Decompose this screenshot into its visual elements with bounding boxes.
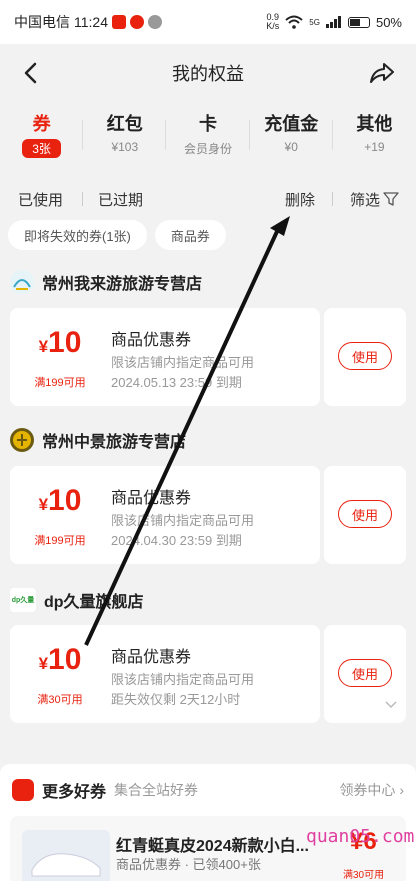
coupon-bag-icon [12,779,34,801]
coupon-amount: ¥10 [10,484,110,518]
filter-divider [332,192,333,206]
tab-label: 其他 [356,114,393,134]
product-title: 红青蜓真皮2024新款小白... [116,838,309,855]
coupon-card: ¥10 满30可用 商品优惠券 限该店铺内指定商品可用 距失效仅剩 2天12小时… [10,625,406,723]
tab-recharge[interactable]: 充值金 ¥0 [250,110,333,166]
filter-button[interactable]: 筛选 [350,189,399,210]
signal-icon [325,16,341,28]
carrier-label: 中国电信 [14,14,70,30]
coupon-expiry: 距失效仅剩 2天12小时 [111,692,241,707]
wifi-icon [285,15,303,29]
notification-icon [130,15,144,29]
battery-icon [347,16,370,28]
tab-count: 3张 [22,139,61,158]
store-header[interactable]: 常州中景旅游专营店 [10,428,186,452]
tab-coupons[interactable]: 券 3张 [0,110,84,166]
expired-filter[interactable]: 已过期 [98,189,143,210]
tab-label: 券 [32,114,51,134]
chip-expiring[interactable]: 即将失效的券(1张) [8,220,147,250]
use-button[interactable]: 使用 [338,342,392,370]
use-button[interactable]: 使用 [338,500,392,528]
tab-label: 充值金 [264,114,319,134]
coupon-amount: ¥10 [10,326,110,360]
coupon-expiry: 2024.04.30 23:59 到期 [111,533,242,548]
clock: 11:24 [74,14,108,30]
coupon-condition: 满30可用 [37,694,83,706]
used-filter[interactable]: 已使用 [18,189,63,210]
coupon-type: 商品优惠券 [111,332,192,349]
more-coupons-title: 更多好券 [42,784,107,801]
delete-button[interactable]: 删除 [285,189,315,210]
share-icon[interactable] [368,59,396,87]
store-logo-icon: dp久量 [10,588,36,612]
product-meta: 商品优惠券 · 已领400+张 [116,857,261,872]
wechat-icon [148,15,162,29]
tab-label: 红包 [106,114,143,134]
coupon-value: 10 [48,484,82,517]
chevron-down-icon[interactable] [384,697,398,711]
coupon-body[interactable]: ¥10 满199可用 商品优惠券 限该店铺内指定商品可用 2024.04.30 … [10,466,320,564]
tab-red-packets[interactable]: 红包 ¥103 [83,110,167,166]
coupon-stub: 使用 [324,466,406,564]
coupon-expiry: 2024.05.13 23:59 到期 [111,375,242,390]
coupon-body[interactable]: ¥10 满199可用 商品优惠券 限该店铺内指定商品可用 2024.05.13 … [10,308,320,406]
funnel-icon [383,192,399,206]
coupon-body[interactable]: ¥10 满30可用 商品优惠券 限该店铺内指定商品可用 距失效仅剩 2天12小时 [10,625,320,723]
coupon-type: 商品优惠券 [111,490,192,507]
coupon-card: ¥10 满199可用 商品优惠券 限该店铺内指定商品可用 2024.04.30 … [10,466,406,564]
store-name: dp久量旗舰店 [44,594,144,611]
use-button[interactable]: 使用 [338,659,392,687]
store-logo-icon [10,428,34,452]
status-bar: 中国电信 11:24 0.9 K/s 5G 50% [0,0,416,44]
currency-symbol: ¥ [38,337,49,356]
net-speed: 0.9 K/s [266,13,279,31]
tab-count: ¥0 [284,140,298,154]
store-name: 常州我来游旅游专营店 [42,276,203,293]
tab-other[interactable]: 其他 +19 [333,110,416,166]
store-header[interactable]: dp久量 dp久量旗舰店 [10,588,144,612]
currency-symbol: ¥ [38,495,49,514]
currency-symbol: ¥ [38,654,49,673]
product-coupon-condition: 满30可用 [343,870,385,881]
coupon-condition: 满199可用 [34,377,86,389]
back-arrow-icon[interactable] [18,58,44,88]
net-speed-unit: K/s [266,21,280,31]
coupon-condition: 满199可用 [34,535,86,547]
watermark: quan05.com [306,826,415,847]
store-name: 常州中景旅游专营店 [42,434,187,451]
signal-type: 5G [309,17,320,27]
tab-count: ¥103 [111,140,139,154]
filter-divider [82,192,83,206]
coupon-type: 商品优惠券 [111,649,192,666]
page-title: 我的权益 [172,64,244,84]
coupon-scope: 限该店铺内指定商品可用 [111,355,255,370]
coupon-amount: ¥10 [10,643,110,677]
tab-label: 卡 [199,114,217,134]
tab-count: 会员身份 [184,142,233,156]
coupon-stub: 使用 [324,308,406,406]
coupon-value: 10 [48,326,82,359]
coupon-card: ¥10 满199可用 商品优惠券 限该店铺内指定商品可用 2024.05.13 … [10,308,406,406]
coupon-center-link[interactable]: 领券中心 › [339,780,404,800]
battery-percent: 50% [375,14,402,30]
product-thumbnail [22,830,110,881]
nav-bar: 我的权益 [0,44,416,102]
category-tabs: 券 3张 红包 ¥103 卡 会员身份 充值金 ¥0 其他 +19 [0,110,416,166]
coupon-stub: 使用 [324,625,406,723]
store-header[interactable]: 常州我来游旅游专营店 [10,270,202,294]
more-coupons-header: 更多好券 集合全站好券 [12,778,198,802]
more-coupons-subtitle: 集合全站好券 [114,782,199,798]
chip-product-coupons[interactable]: 商品券 [154,220,226,250]
tab-cards[interactable]: 卡 会员身份 [166,110,250,166]
tab-count: +19 [364,140,385,154]
more-coupons-section: 更多好券 集合全站好券 领券中心 › 红青蜓真皮2024新款小白... 商品优惠… [0,764,416,881]
coupon-scope: 限该店铺内指定商品可用 [111,672,255,687]
filter-bar: 已使用 已过期 删除 筛选 [0,185,416,213]
app-notification-icon [112,15,126,29]
quick-filter-chips: 即将失效的券(1张) 商品券 [8,220,226,250]
filter-label: 筛选 [350,191,381,209]
coupon-value: 10 [48,643,82,676]
store-logo-icon [10,270,34,294]
coupon-scope: 限该店铺内指定商品可用 [111,513,255,528]
